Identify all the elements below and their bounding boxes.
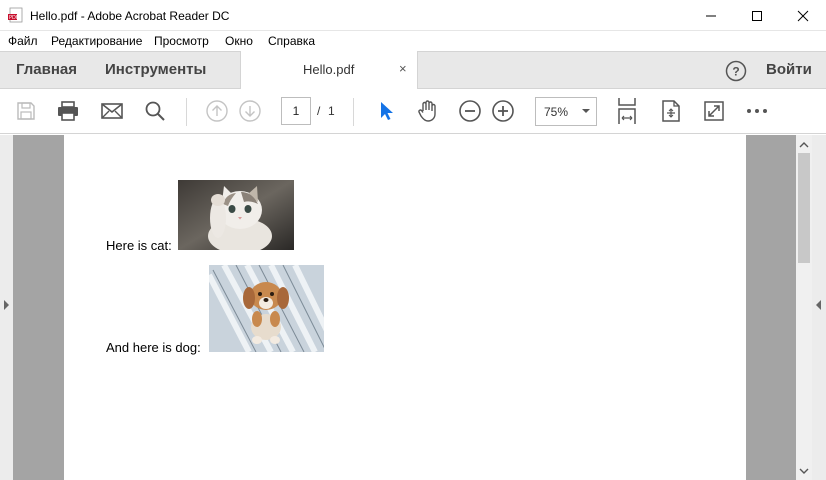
fullscreen-icon bbox=[704, 101, 724, 121]
maximize-icon bbox=[752, 10, 762, 21]
menu-window[interactable]: Окно bbox=[225, 34, 253, 48]
menu-edit[interactable]: Редактирование bbox=[51, 34, 142, 48]
page-down-icon bbox=[239, 100, 261, 122]
scroll-down-icon[interactable] bbox=[796, 465, 812, 477]
dog-caption: And here is dog: bbox=[106, 340, 201, 355]
menu-view[interactable]: Просмотр bbox=[154, 34, 209, 48]
left-panel-toggle[interactable] bbox=[0, 135, 13, 480]
close-icon bbox=[797, 10, 809, 21]
rotate-view-icon bbox=[662, 100, 680, 122]
signin-link[interactable]: Войти bbox=[766, 61, 812, 78]
minimize-icon bbox=[706, 15, 716, 16]
menu-bar: Файл Редактирование Просмотр Окно Справк… bbox=[0, 31, 826, 51]
chevron-right-icon bbox=[4, 300, 9, 310]
zoom-out-button[interactable] bbox=[458, 99, 482, 123]
chevron-down-icon bbox=[582, 109, 590, 113]
tab-home[interactable]: Главная bbox=[16, 61, 77, 78]
zoom-select[interactable]: 75% bbox=[535, 97, 597, 126]
document-canvas[interactable]: Here is cat: And here is dog: bbox=[0, 135, 826, 480]
minimize-button[interactable] bbox=[688, 0, 734, 31]
fit-page-button[interactable] bbox=[615, 98, 639, 124]
save-icon bbox=[17, 102, 35, 120]
scrollbar-thumb[interactable] bbox=[798, 153, 810, 263]
help-icon[interactable]: ? bbox=[725, 60, 747, 82]
page-total: 1 bbox=[328, 104, 335, 118]
page-separator: / bbox=[317, 104, 321, 118]
hand-icon bbox=[418, 100, 436, 122]
page-up-icon bbox=[206, 100, 228, 122]
zoom-in-button[interactable] bbox=[491, 99, 515, 123]
page-number-input[interactable]: 1 bbox=[281, 97, 311, 125]
select-arrow-icon bbox=[381, 102, 393, 120]
chevron-left-icon bbox=[816, 300, 821, 310]
fullscreen-button[interactable] bbox=[702, 99, 726, 123]
more-icon bbox=[747, 109, 767, 113]
pdf-page: Here is cat: And here is dog: bbox=[64, 135, 746, 480]
previous-page-button[interactable] bbox=[205, 99, 229, 123]
tab-tools[interactable]: Инструменты bbox=[105, 61, 206, 78]
cat-caption: Here is cat: bbox=[106, 238, 172, 253]
fit-page-icon bbox=[618, 98, 636, 124]
tab-document-label: Hello.pdf bbox=[303, 62, 355, 77]
right-panel-toggle[interactable] bbox=[812, 135, 826, 480]
more-button[interactable] bbox=[745, 99, 769, 123]
search-button[interactable] bbox=[143, 99, 167, 123]
maximize-button[interactable] bbox=[734, 0, 780, 31]
print-icon bbox=[58, 101, 78, 121]
title-bar: PDF Hello.pdf - Adobe Acrobat Reader DC bbox=[0, 0, 826, 31]
hand-tool-button[interactable] bbox=[416, 99, 440, 123]
cat-image bbox=[178, 180, 294, 250]
toolbar-divider bbox=[353, 98, 354, 126]
search-icon bbox=[145, 101, 165, 121]
zoom-value: 75% bbox=[544, 105, 569, 119]
zoom-out-icon bbox=[459, 100, 481, 122]
tab-document[interactable]: Hello.pdf × bbox=[240, 51, 418, 89]
dog-image bbox=[209, 265, 324, 352]
window-title: Hello.pdf - Adobe Acrobat Reader DC bbox=[30, 9, 230, 23]
svg-text:PDF: PDF bbox=[9, 15, 19, 21]
tab-bar: Главная Инструменты Hello.pdf × ? Войти bbox=[0, 51, 826, 89]
menu-file[interactable]: Файл bbox=[8, 34, 38, 48]
rotate-view-button[interactable] bbox=[659, 99, 683, 123]
menu-help[interactable]: Справка bbox=[268, 34, 315, 48]
help-label: ? bbox=[732, 65, 739, 79]
toolbar: 1 / 1 75% bbox=[0, 89, 826, 134]
vertical-scrollbar[interactable] bbox=[796, 135, 812, 480]
print-button[interactable] bbox=[56, 99, 80, 123]
email-icon bbox=[101, 103, 123, 119]
scroll-up-icon[interactable] bbox=[796, 139, 812, 151]
close-window-button[interactable] bbox=[780, 0, 826, 31]
toolbar-divider bbox=[186, 98, 187, 126]
acrobat-app-icon: PDF bbox=[8, 7, 23, 23]
zoom-in-icon bbox=[492, 100, 514, 122]
select-tool-button[interactable] bbox=[374, 99, 398, 123]
tab-close-icon[interactable]: × bbox=[399, 61, 407, 76]
next-page-button[interactable] bbox=[238, 99, 262, 123]
email-button[interactable] bbox=[100, 99, 124, 123]
save-button[interactable] bbox=[14, 99, 38, 123]
